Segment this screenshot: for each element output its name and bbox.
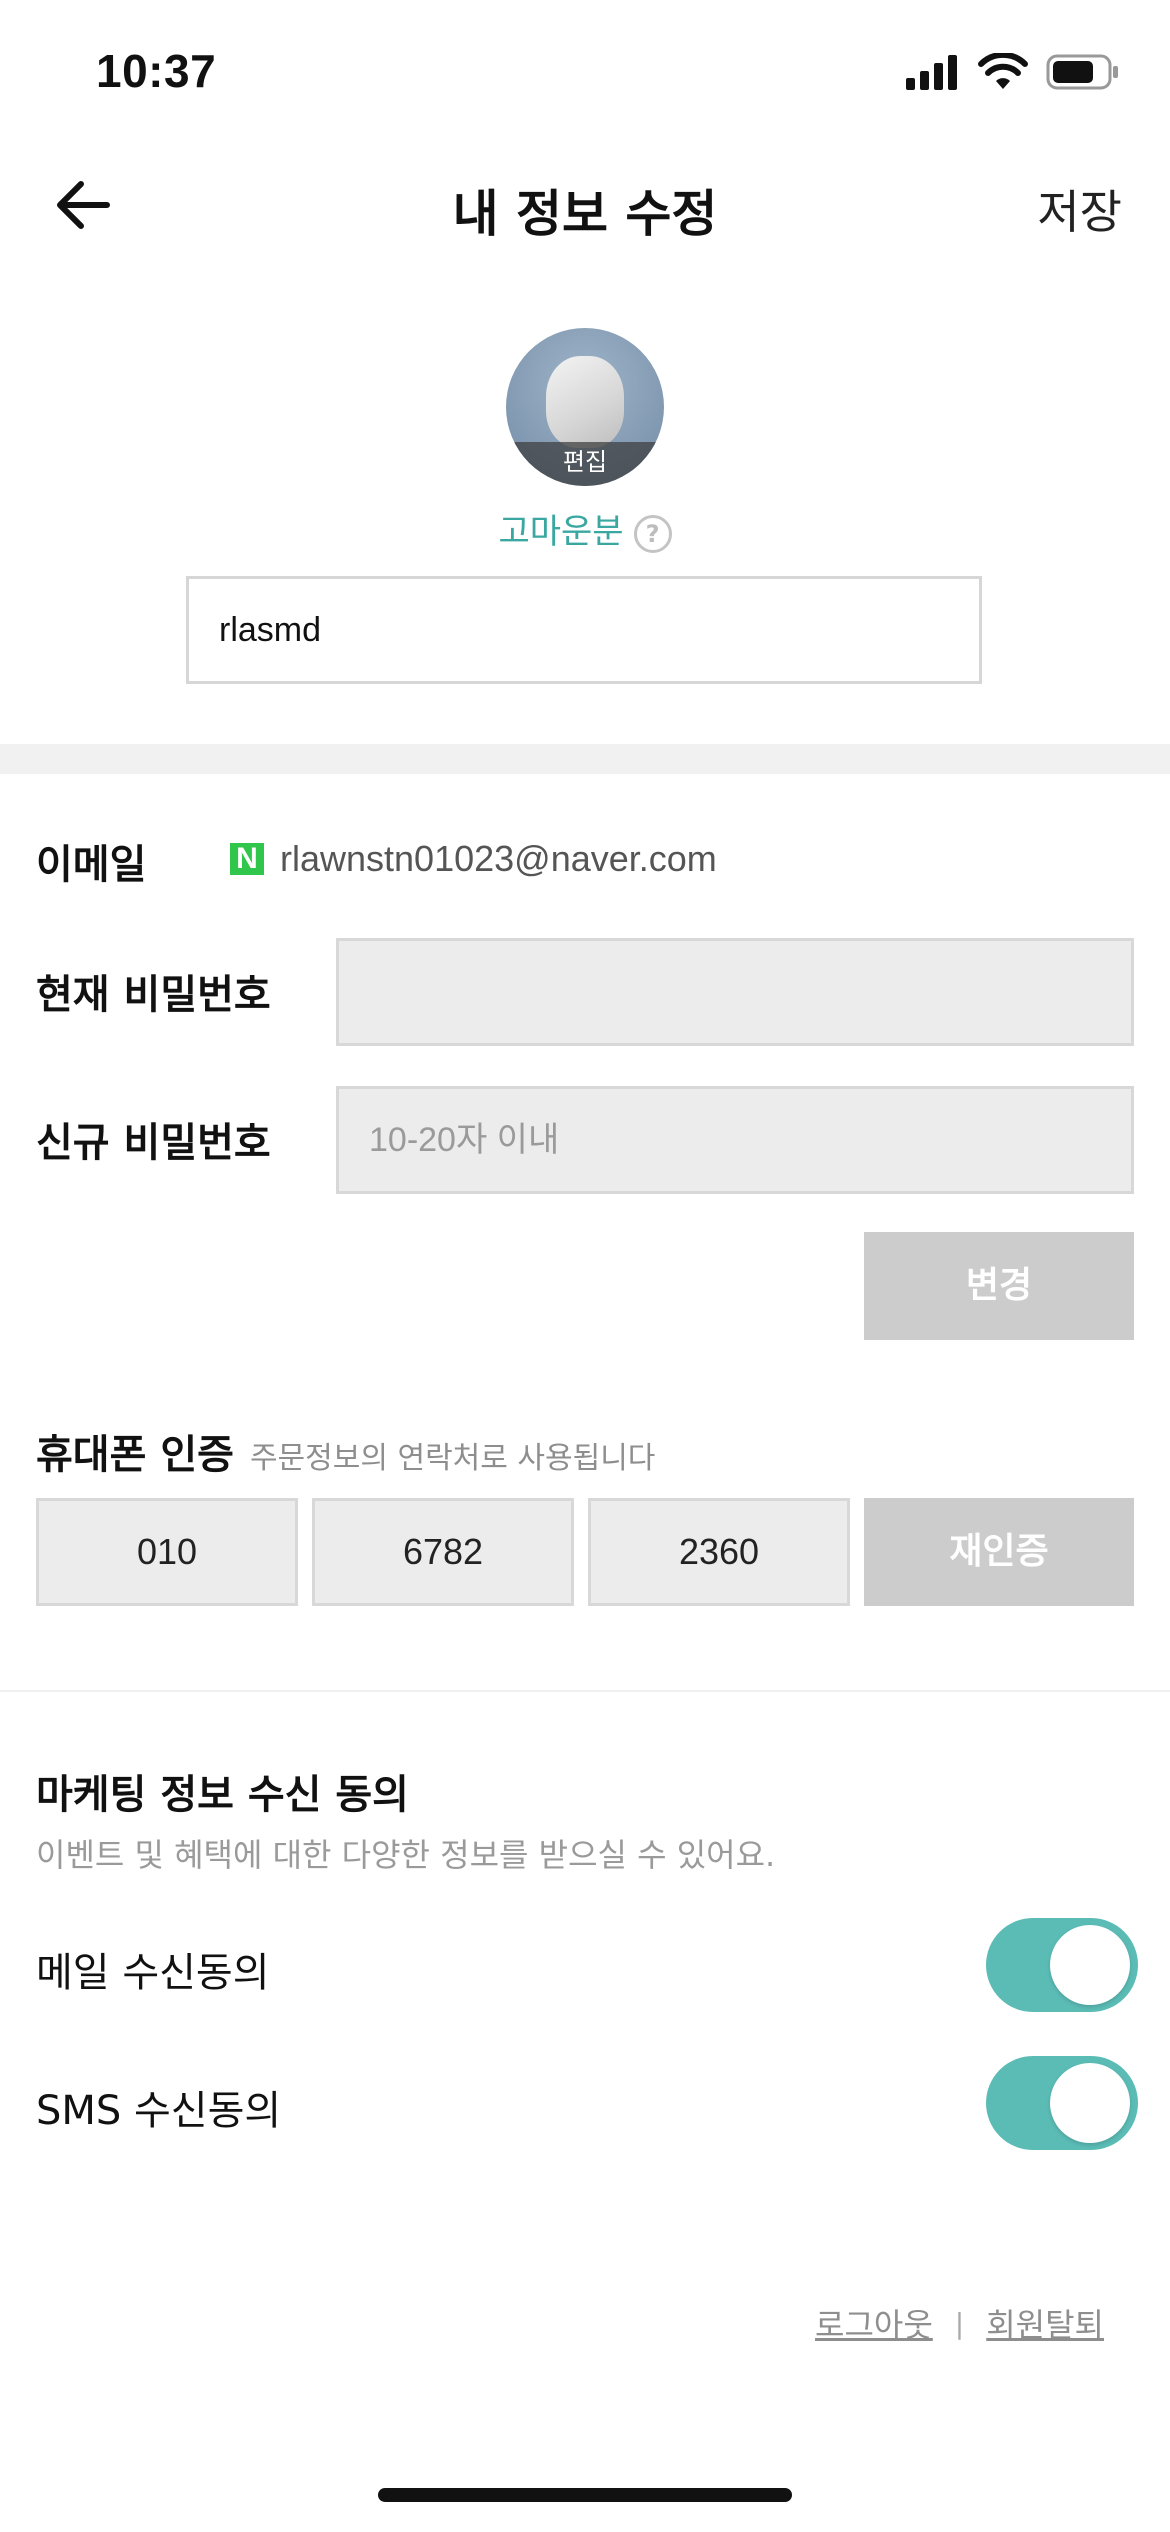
home-indicator[interactable] xyxy=(378,2488,792,2502)
phone-part-1[interactable]: 010 xyxy=(36,1498,298,1606)
nickname-label: 고마운분 xyxy=(498,512,624,552)
wifi-icon xyxy=(978,51,1028,95)
withdraw-link[interactable]: 회원탈퇴 xyxy=(986,2300,1104,2346)
sms-consent-label: SMS 수신동의 xyxy=(36,2088,282,2134)
current-password-input[interactable] xyxy=(336,938,1134,1046)
change-password-button[interactable]: 변경 xyxy=(864,1232,1134,1340)
phone-label-row: 휴대폰 인증 주문정보의 연락처로 사용됩니다 xyxy=(36,1422,655,1480)
email-consent-toggle[interactable] xyxy=(986,1918,1138,2012)
nickname-label-row: 고마운분? xyxy=(0,504,1170,553)
email-value: rlawnstn01023@naver.com xyxy=(280,838,717,879)
footer-separator: | xyxy=(954,2306,965,2340)
new-password-input[interactable] xyxy=(336,1086,1134,1194)
cellular-signal-icon xyxy=(906,54,960,94)
avatar[interactable]: 편집 xyxy=(506,328,664,486)
new-password-label: 신규 비밀번호 xyxy=(36,1120,271,1166)
footer-links: 로그아웃 | 회원탈퇴 xyxy=(815,2300,1104,2346)
email-label: 이메일 xyxy=(36,842,147,888)
phone-part-3[interactable]: 2360 xyxy=(588,1498,850,1606)
email-consent-label: 메일 수신동의 xyxy=(36,1950,270,1996)
save-button[interactable]: 저장 xyxy=(1037,176,1122,242)
reverify-button[interactable]: 재인증 xyxy=(864,1498,1134,1606)
nav-bar: 내 정보 수정 저장 xyxy=(0,140,1170,270)
logout-link[interactable]: 로그아웃 xyxy=(815,2300,933,2346)
toggle-knob xyxy=(1050,2063,1130,2143)
status-bar: 10:37 xyxy=(0,0,1170,140)
sms-consent-toggle[interactable] xyxy=(986,2056,1138,2150)
current-password-label: 현재 비밀번호 xyxy=(36,972,271,1018)
section-divider xyxy=(0,744,1170,774)
nickname-input[interactable] xyxy=(186,576,982,684)
naver-icon: N xyxy=(230,843,264,875)
marketing-description: 이벤트 및 혜택에 대한 다양한 정보를 받으실 수 있어요. xyxy=(36,1836,776,1874)
section-divider xyxy=(0,1690,1170,1692)
phone-hint: 주문정보의 연락처로 사용됩니다 xyxy=(249,1441,656,1476)
phone-label: 휴대폰 인증 xyxy=(36,1432,234,1478)
page-title: 내 정보 수정 xyxy=(452,185,718,243)
phone-part-2[interactable]: 6782 xyxy=(312,1498,574,1606)
marketing-title: 마케팅 정보 수신 동의 xyxy=(36,1772,409,1818)
status-time: 10:37 xyxy=(96,45,217,97)
avatar-image xyxy=(546,356,624,448)
toggle-knob xyxy=(1050,1925,1130,2005)
help-icon[interactable]: ? xyxy=(633,514,672,553)
status-icons xyxy=(906,51,1120,96)
email-value-row: N rlawnstn01023@naver.com xyxy=(230,838,717,880)
avatar-edit-button[interactable]: 편집 xyxy=(506,442,664,486)
battery-icon xyxy=(1046,53,1120,95)
